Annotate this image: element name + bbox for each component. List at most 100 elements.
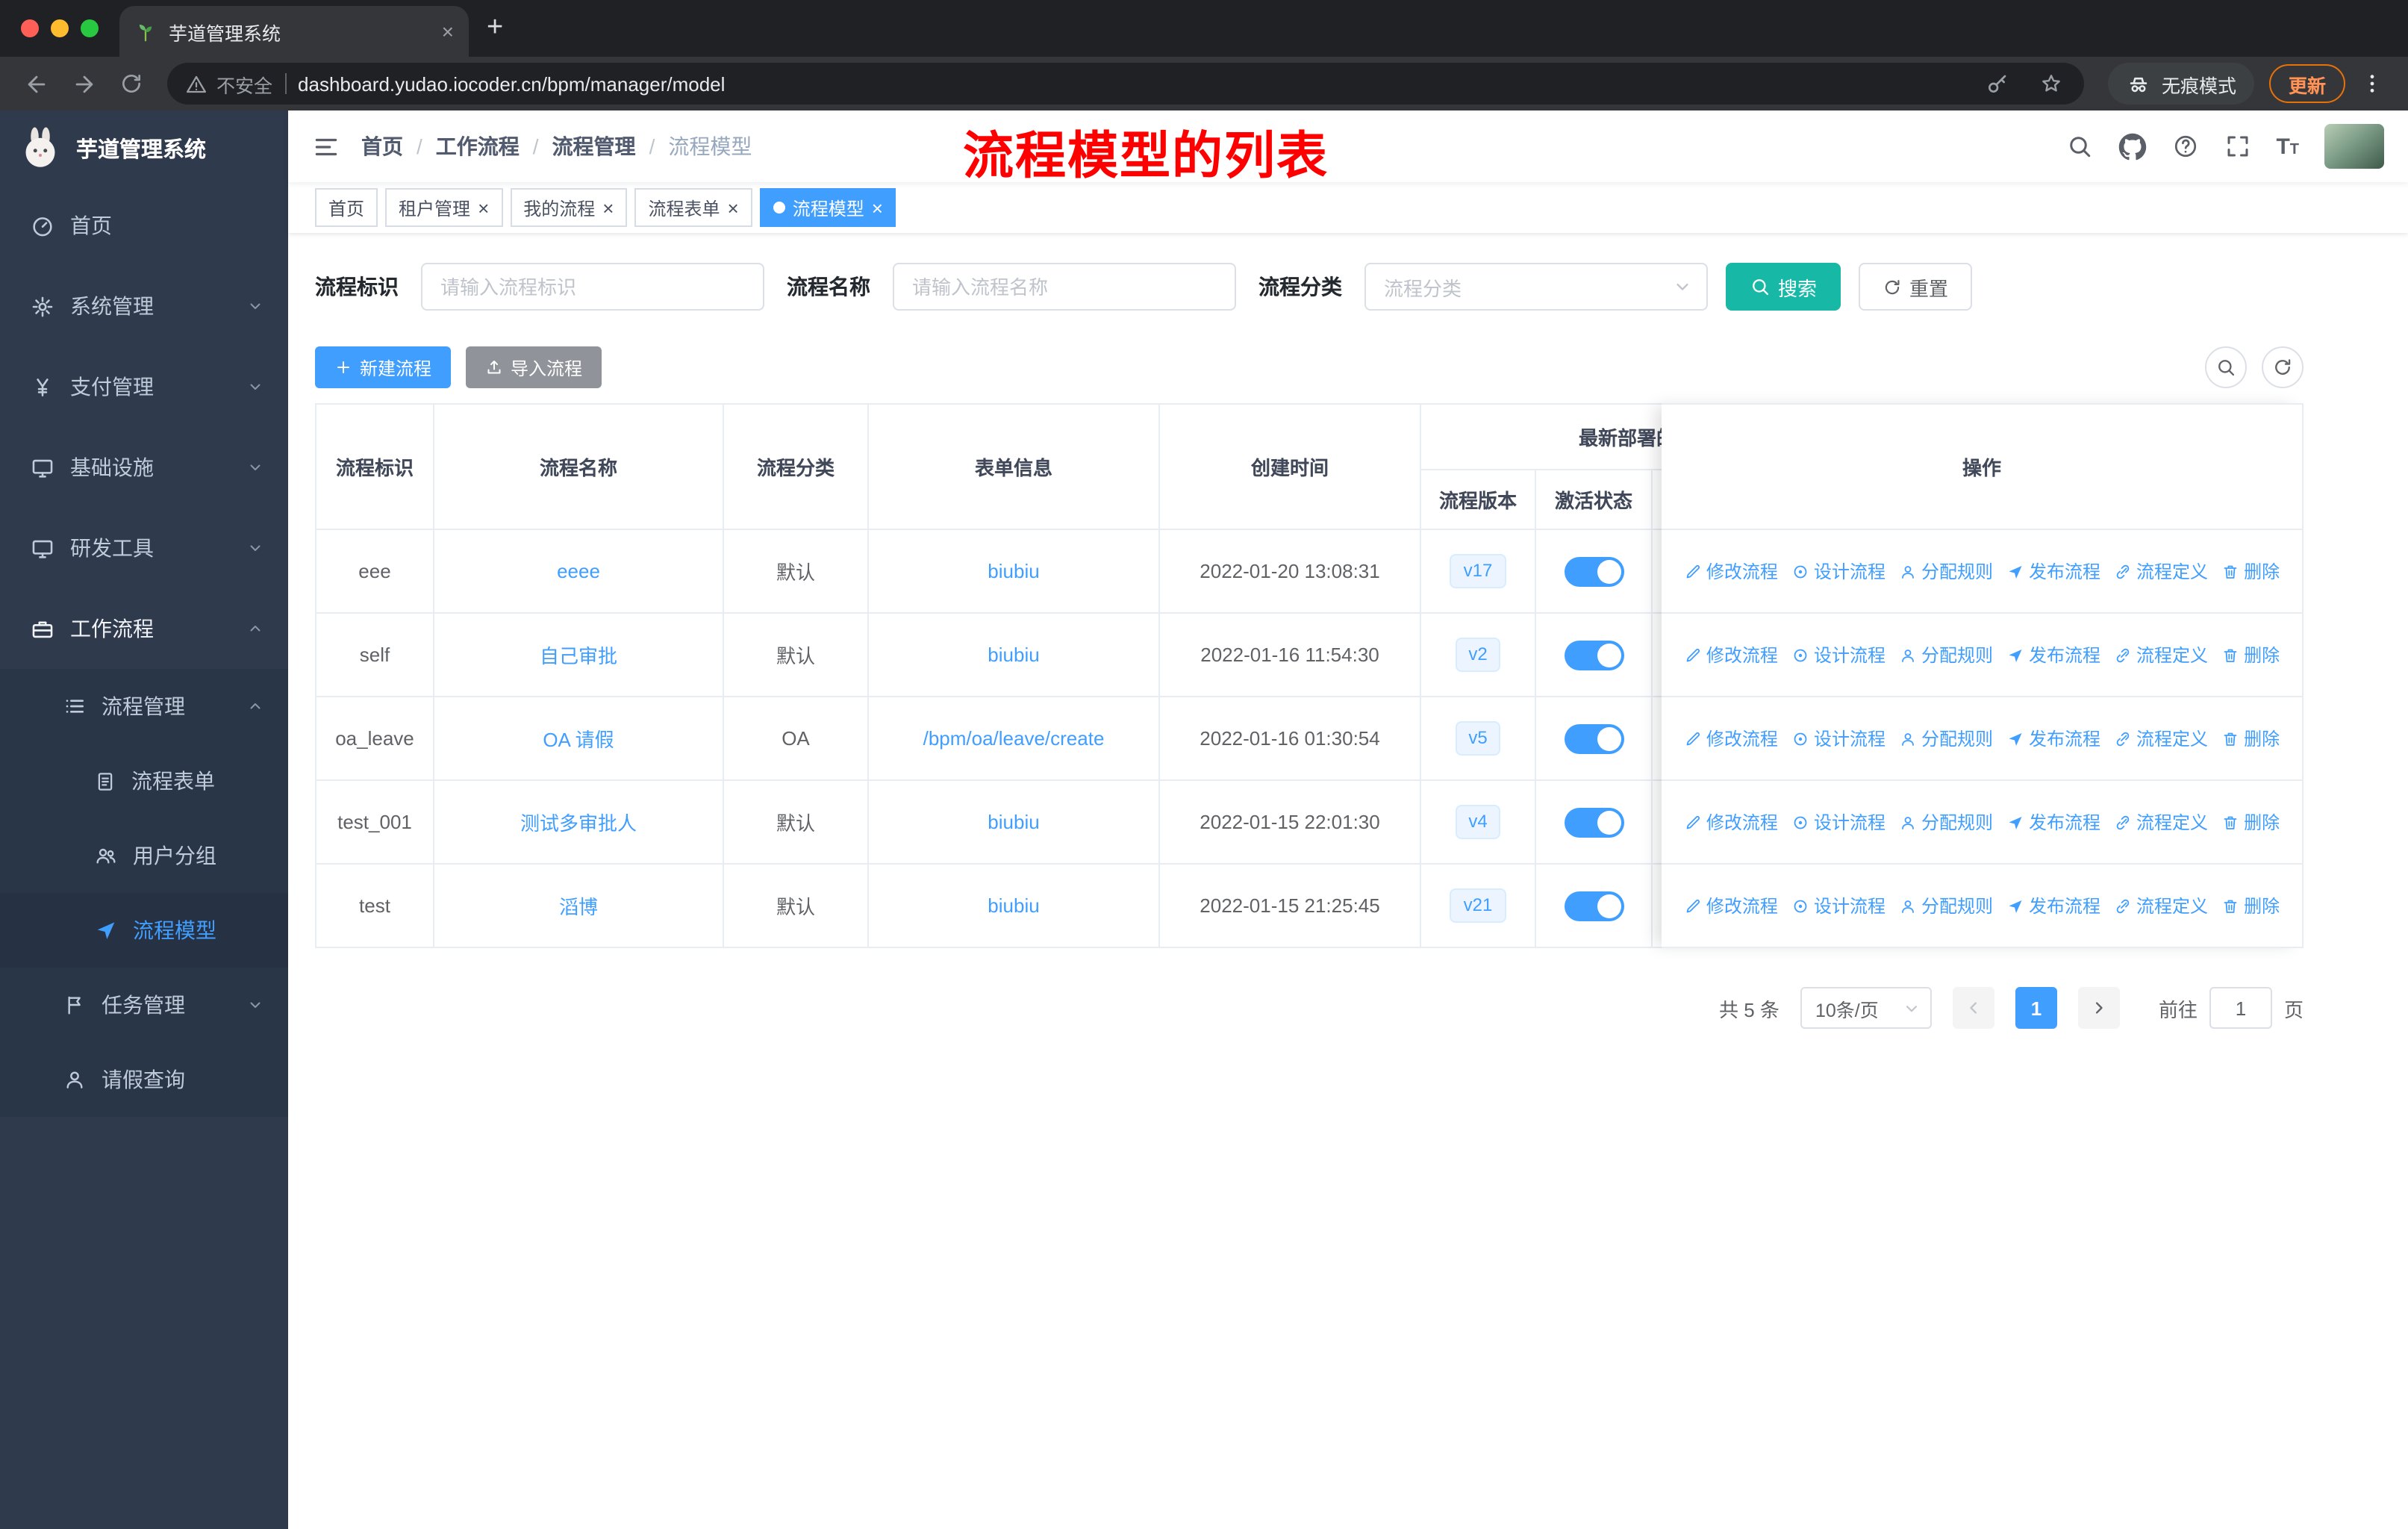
tag-my-process[interactable]: 我的流程 × [510,188,628,227]
breadcrumb-item[interactable]: 工作流程 [436,131,520,161]
close-icon[interactable]: × [728,198,739,217]
page-size-select[interactable]: 10条/页 [1800,987,1932,1029]
tab-close-icon[interactable]: × [442,19,454,43]
deploy-process-link[interactable]: 发布流程 [2006,809,2100,835]
sidebar-item-system[interactable]: 系统管理 [0,266,288,346]
tag-home[interactable]: 首页 [315,188,378,227]
deploy-process-link[interactable]: 发布流程 [2006,726,2100,751]
tag-tenant[interactable]: 租户管理 × [385,188,503,227]
browser-update-button[interactable]: 更新 [2268,64,2345,103]
sidebar-item-leave-query[interactable]: 请假查询 [0,1042,288,1117]
form-link[interactable]: biubiu [988,644,1039,666]
tag-process-model[interactable]: 流程模型 × [759,188,896,227]
next-page-button[interactable] [2077,987,2120,1029]
active-toggle[interactable] [1564,640,1623,670]
deploy-process-link[interactable]: 发布流程 [2006,893,2100,918]
assign-rule-link[interactable]: 分配规则 [1899,642,1993,667]
sidebar-item-process-form[interactable]: 流程表单 [0,744,288,818]
process-definition-link[interactable]: 流程定义 [2114,893,2208,918]
form-link[interactable]: biubiu [988,894,1039,917]
sidebar-item-home[interactable]: 首页 [0,185,288,266]
sidebar-item-infrastructure[interactable]: 基础设施 [0,427,288,508]
process-definition-link[interactable]: 流程定义 [2114,809,2208,835]
assign-rule-link[interactable]: 分配规则 [1899,726,1993,751]
process-definition-link[interactable]: 流程定义 [2114,726,2208,751]
process-name-input[interactable] [893,263,1236,311]
bookmark-star-icon[interactable] [2030,63,2072,105]
close-icon[interactable]: × [602,198,614,217]
github-icon[interactable] [2118,132,2146,161]
sidebar-item-workflow[interactable]: 工作流程 [0,588,288,669]
process-definition-link[interactable]: 流程定义 [2114,558,2208,584]
page-number-button[interactable]: 1 [2015,987,2057,1029]
forward-button[interactable] [63,63,105,105]
breadcrumb-item[interactable]: 首页 [361,131,403,161]
search-icon[interactable] [2065,133,2092,160]
sidebar-item-user-group[interactable]: 用户分组 [0,818,288,893]
assign-rule-link[interactable]: 分配规则 [1899,893,1993,918]
prev-page-button[interactable] [1952,987,1994,1029]
model-name-link[interactable]: eeee [557,560,600,582]
key-icon[interactable] [1977,63,2018,105]
create-process-button[interactable]: 新建流程 [315,346,452,388]
import-process-button[interactable]: 导入流程 [466,346,602,388]
sidebar-item-dev-tools[interactable]: 研发工具 [0,508,288,588]
active-toggle[interactable] [1564,807,1623,837]
form-link[interactable]: biubiu [988,811,1039,833]
deploy-process-link[interactable]: 发布流程 [2006,558,2100,584]
refresh-table-button[interactable] [2262,346,2303,388]
window-close-button[interactable] [21,19,39,37]
assign-rule-link[interactable]: 分配规则 [1899,558,1993,584]
window-minimize-button[interactable] [51,19,69,37]
assign-rule-link[interactable]: 分配规则 [1899,809,1993,835]
delete-process-link[interactable]: 删除 [2221,558,2280,584]
goto-page-input[interactable] [2209,987,2272,1029]
sidebar-item-process-model[interactable]: 流程模型 [0,893,288,968]
delete-process-link[interactable]: 删除 [2221,726,2280,751]
fullscreen-icon[interactable] [2224,133,2251,160]
url-field[interactable]: 不安全 dashboard.yudao.iocoder.cn/bpm/manag… [167,63,2084,105]
browser-menu-icon[interactable] [2351,63,2393,105]
sidebar-item-process-management[interactable]: 流程管理 [0,669,288,744]
modify-process-link[interactable]: 修改流程 [1684,809,1778,835]
help-icon[interactable] [2171,133,2198,160]
model-name-link[interactable]: 测试多审批人 [520,812,637,835]
design-process-link[interactable]: 设计流程 [1791,893,1885,918]
process-category-select[interactable]: 流程分类 [1364,263,1708,311]
model-name-link[interactable]: 自己审批 [540,645,617,667]
user-avatar[interactable] [2324,124,2384,169]
modify-process-link[interactable]: 修改流程 [1684,726,1778,751]
model-name-link[interactable]: OA 请假 [543,729,614,751]
active-toggle[interactable] [1564,723,1623,753]
delete-process-link[interactable]: 删除 [2221,642,2280,667]
search-button[interactable]: 搜索 [1726,263,1841,311]
new-tab-button[interactable]: + [487,12,503,45]
tag-process-form[interactable]: 流程表单 × [634,188,752,227]
font-size-icon[interactable]: TT [2276,134,2299,159]
active-toggle[interactable] [1564,556,1623,586]
breadcrumb-item[interactable]: 流程管理 [552,131,636,161]
modify-process-link[interactable]: 修改流程 [1684,642,1778,667]
close-icon[interactable]: × [872,198,883,217]
reload-button[interactable] [110,63,152,105]
design-process-link[interactable]: 设计流程 [1791,809,1885,835]
process-key-input[interactable] [421,263,764,311]
back-button[interactable] [15,63,57,105]
hide-search-button[interactable] [2205,346,2247,388]
browser-tab[interactable]: 芋道管理系统 × [119,6,469,57]
modify-process-link[interactable]: 修改流程 [1684,558,1778,584]
reset-button[interactable]: 重置 [1859,263,1973,311]
window-zoom-button[interactable] [81,19,99,37]
design-process-link[interactable]: 设计流程 [1791,642,1885,667]
model-name-link[interactable]: 滔博 [559,896,598,918]
design-process-link[interactable]: 设计流程 [1791,726,1885,751]
delete-process-link[interactable]: 删除 [2221,809,2280,835]
sidebar-item-payment[interactable]: 支付管理 [0,346,288,427]
sidebar-item-task-management[interactable]: 任务管理 [0,968,288,1042]
delete-process-link[interactable]: 删除 [2221,893,2280,918]
form-link[interactable]: biubiu [988,560,1039,582]
modify-process-link[interactable]: 修改流程 [1684,893,1778,918]
form-link[interactable]: /bpm/oa/leave/create [923,727,1105,750]
security-chip[interactable]: 不安全 [185,69,272,98]
design-process-link[interactable]: 设计流程 [1791,558,1885,584]
